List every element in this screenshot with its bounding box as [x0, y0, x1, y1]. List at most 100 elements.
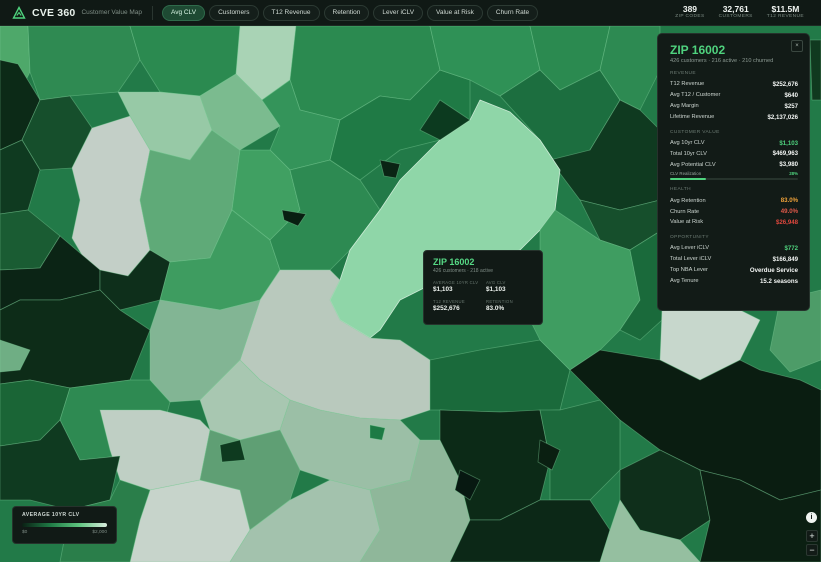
map-legend: AVERAGE 10YR CLV $0 $2,000: [12, 506, 117, 544]
section-heading-opportunity: OPPORTUNITY: [670, 234, 709, 240]
clv-realization-pct: 28%: [789, 171, 798, 177]
metric-row: Value at Risk $26,948: [670, 217, 798, 228]
zip-detail-panel: × ZIP 16002 426 customers · 216 active ·…: [657, 33, 810, 311]
tooltip-subtitle: 426 customers · 218 active: [433, 268, 494, 274]
metric-row: Total Lever iCLV $166,849: [670, 254, 798, 265]
metric-value: 49.0%: [780, 208, 798, 216]
tooltip-field-avg-clv: AVG CLV $1,103: [486, 280, 533, 293]
stat-t12-revenue: $11.5M T12 REVENUE: [767, 5, 804, 20]
metric-row: Lifetime Revenue $2,137,026: [670, 112, 798, 123]
metric-row: Churn Rate 49.0%: [670, 206, 798, 217]
metric-label: Avg Margin: [670, 103, 699, 110]
metric-row: Avg Lever iCLV $772: [670, 243, 798, 254]
legend-title: AVERAGE 10YR CLV: [22, 512, 80, 518]
metric-label: Total Lever iCLV: [670, 256, 712, 263]
field-label: RETENTION: [486, 299, 513, 304]
metric-row: Total 10yr CLV $469,963: [670, 148, 798, 159]
panel-subtitle: 426 customers · 216 active · 210 churned: [670, 58, 774, 64]
tab-churn-rate[interactable]: Churn Rate: [486, 4, 539, 21]
summary-stats: 389 ZIP CODES 32,761 CUSTOMERS $11.5M T1…: [675, 5, 804, 20]
hover-tooltip: ZIP 16002 426 customers · 218 active AVE…: [423, 250, 543, 325]
metric-value: 15.2 seasons: [760, 277, 798, 285]
metric-value: $26,948: [775, 218, 798, 226]
metric-row: Avg Retention 83.0%: [670, 195, 798, 206]
tooltip-field-avg-10yr-clv: AVERAGE 10YR CLV $1,103: [433, 280, 480, 293]
metric-value: $640: [784, 91, 798, 99]
top-bar: CVE 360 Customer Value Map Avg CLV Custo…: [0, 0, 821, 26]
metric-row: Avg 10yr CLV $1,103: [670, 138, 798, 149]
tab-t12-revenue[interactable]: T12 Revenue: [262, 4, 320, 21]
metric-label: Avg 10yr CLV: [670, 140, 705, 146]
section-heading-customer-value: CUSTOMER VALUE: [670, 129, 720, 135]
tab-value-at-risk[interactable]: Value at Risk: [427, 4, 483, 21]
zip-region[interactable]: [809, 39, 821, 101]
metric-label: Lifetime Revenue: [670, 114, 715, 121]
divider: [152, 5, 154, 20]
stat-value: 389: [682, 4, 698, 14]
close-icon[interactable]: ×: [791, 40, 803, 52]
tooltip-field-t12-revenue: T12 REVENUE $252,676: [433, 299, 480, 312]
field-value: 83.0%: [486, 305, 505, 312]
metric-value: $469,963: [772, 150, 798, 158]
stat-label: ZIP CODES: [675, 14, 705, 19]
logo-icon: [12, 5, 26, 19]
stat-label: T12 REVENUE: [766, 14, 804, 19]
metric-label: Churn Rate: [670, 208, 700, 215]
metric-label: T12 Revenue: [670, 81, 705, 88]
stat-customers: 32,761 CUSTOMERS: [719, 5, 753, 20]
zoom-out-button[interactable]: −: [806, 544, 818, 556]
section-heading-health: HEALTH: [670, 187, 691, 193]
field-label: T12 REVENUE: [433, 299, 465, 304]
zip-region[interactable]: [369, 424, 386, 441]
field-label: AVG CLV: [486, 280, 506, 285]
metric-row: Avg Margin $257: [670, 101, 798, 112]
legend-range: $0 $2,000: [22, 530, 107, 535]
legend-max: $2,000: [92, 530, 107, 535]
metric-tabs: Avg CLV Customers T12 Revenue Retention …: [162, 4, 539, 21]
field-label: AVERAGE 10YR CLV: [433, 280, 479, 285]
tab-avg-clv[interactable]: Avg CLV: [162, 4, 206, 21]
metric-label: Avg Lever iCLV: [670, 245, 709, 252]
metric-label: Avg Tenure: [670, 278, 699, 285]
stat-value: 32,761: [722, 4, 749, 14]
stat-label: CUSTOMERS: [718, 14, 753, 19]
metric-label: Avg Retention: [670, 197, 706, 204]
metric-value: $3,980: [779, 161, 798, 169]
field-value: $252,676: [433, 305, 460, 312]
info-icon[interactable]: i: [806, 512, 817, 523]
metric-label: Avg Potential CLV: [670, 161, 716, 168]
metric-row: Top NBA Lever Overdue Service: [670, 265, 798, 276]
tooltip-title: ZIP 16002: [433, 257, 475, 267]
legend-gradient: [22, 523, 107, 527]
legend-min: $0: [22, 530, 28, 535]
field-value: $1,103: [433, 286, 453, 293]
panel-title: ZIP 16002: [670, 43, 726, 57]
field-value: $1,103: [486, 286, 506, 293]
metric-value: $257: [784, 102, 798, 110]
tooltip-fields: AVERAGE 10YR CLV $1,103 AVG CLV $1,103 T…: [433, 280, 533, 312]
metric-value: 83.0%: [780, 197, 798, 205]
clv-realization-label: CLV Realization: [670, 171, 702, 177]
zoom-in-button[interactable]: +: [806, 530, 818, 542]
metric-label: Avg T12 / Customer: [670, 92, 721, 99]
app-brand: CVE 360: [32, 6, 76, 19]
clv-realization-bar: CLV Realization 28%: [670, 171, 798, 181]
tab-lever-iclv[interactable]: Lever iCLV: [373, 4, 424, 21]
tab-customers[interactable]: Customers: [209, 4, 259, 21]
metric-value: $772: [784, 244, 798, 252]
progress-track: [670, 178, 798, 181]
stat-zip-codes: 389 ZIP CODES: [675, 5, 704, 20]
tab-retention[interactable]: Retention: [323, 4, 370, 21]
metric-row: Avg Potential CLV $3,980: [670, 159, 798, 170]
tooltip-field-retention: RETENTION 83.0%: [486, 299, 533, 312]
metric-value: $2,137,026: [767, 113, 799, 121]
metric-value: $166,849: [772, 255, 798, 263]
metric-value: $252,676: [772, 80, 798, 88]
metric-value: $1,103: [779, 139, 798, 147]
metric-row: Avg Tenure 15.2 seasons: [670, 276, 798, 287]
metric-row: T12 Revenue $252,676: [670, 79, 798, 90]
app-subtitle: Customer Value Map: [81, 9, 143, 16]
stat-value: $11.5M: [771, 4, 800, 14]
metric-label: Top NBA Lever: [670, 267, 708, 274]
metric-label: Total 10yr CLV: [670, 150, 707, 157]
